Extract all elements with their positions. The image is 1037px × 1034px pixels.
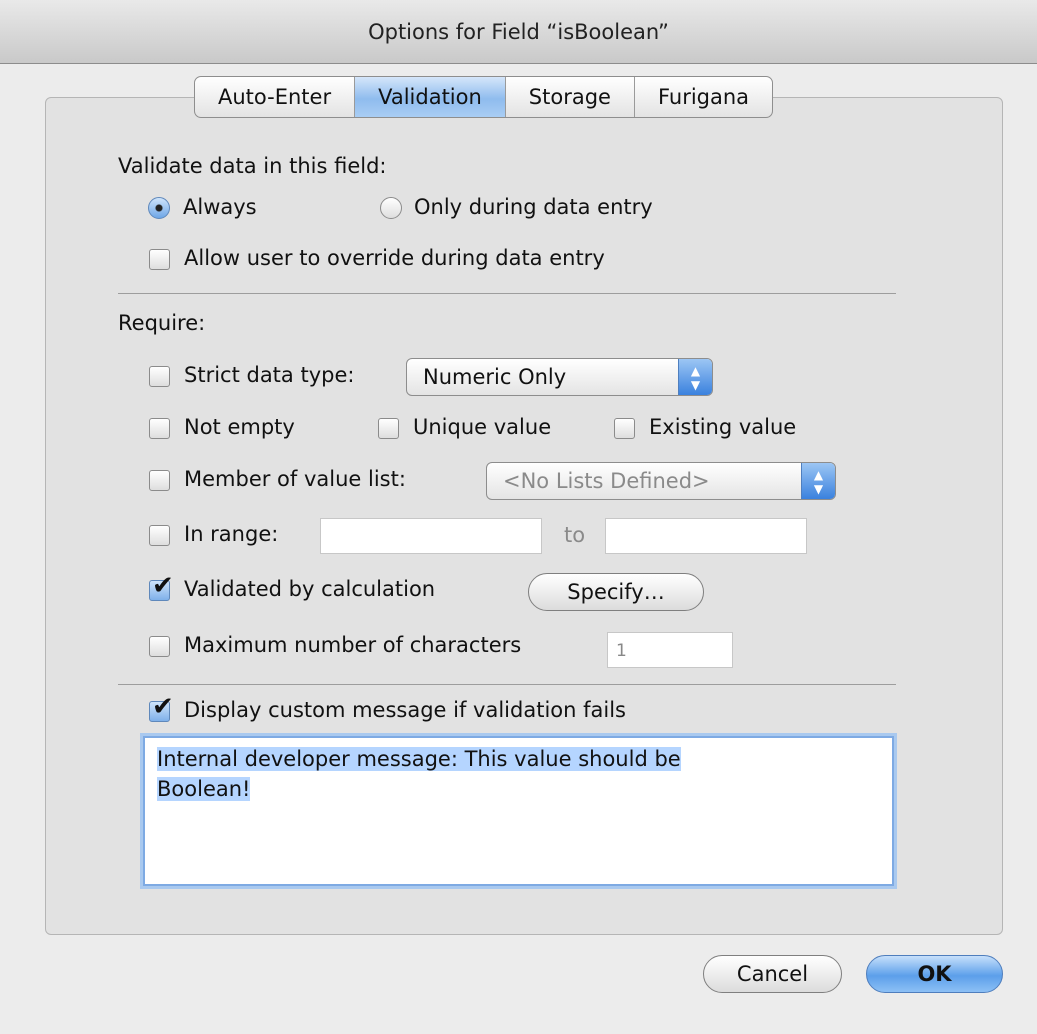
message-line-2: Boolean!: [157, 777, 251, 801]
validate-heading: Validate data in this field:: [118, 154, 387, 178]
existing-value-checkbox[interactable]: [614, 418, 635, 439]
checkmark-icon: ✔: [152, 692, 174, 722]
member-list-checkbox[interactable]: [149, 470, 170, 491]
stepper-up-icon: ▲: [813, 468, 824, 482]
entry-only-radio[interactable]: [380, 197, 402, 219]
always-label[interactable]: Always: [183, 195, 257, 219]
always-radio[interactable]: [148, 197, 170, 219]
stepper-down-icon: ▼: [690, 378, 701, 392]
override-checkbox[interactable]: [149, 249, 170, 270]
popup-stepper-icon: ▲ ▼: [678, 359, 712, 395]
popup-stepper-icon: ▲ ▼: [801, 463, 835, 499]
in-range-checkbox[interactable]: [149, 525, 170, 546]
cancel-button[interactable]: Cancel: [703, 955, 842, 993]
strict-type-popup[interactable]: Numeric Only ▲ ▼: [406, 358, 713, 396]
max-chars-checkbox[interactable]: [149, 636, 170, 657]
window-title-bar: Options for Field “isBoolean”: [0, 0, 1037, 64]
calc-checkbox[interactable]: ✔: [149, 571, 174, 601]
stepper-down-icon: ▼: [813, 482, 824, 496]
member-list-label[interactable]: Member of value list:: [184, 467, 406, 491]
existing-value-label[interactable]: Existing value: [649, 415, 796, 439]
tab-bar: Auto-Enter Validation Storage Furigana: [194, 76, 774, 118]
max-chars-label[interactable]: Maximum number of characters: [184, 633, 521, 657]
strict-type-value: Numeric Only: [423, 365, 567, 389]
checkmark-icon: ✔: [152, 571, 174, 601]
specify-button[interactable]: Specify…: [528, 573, 704, 611]
entry-only-label[interactable]: Only during data entry: [414, 195, 653, 219]
stepper-up-icon: ▲: [690, 364, 701, 378]
section-divider: [118, 293, 896, 294]
unique-value-label[interactable]: Unique value: [413, 415, 551, 439]
window-title: Options for Field “isBoolean”: [368, 20, 669, 44]
not-empty-label[interactable]: Not empty: [184, 415, 295, 439]
custom-message-checkbox[interactable]: ✔: [149, 692, 174, 722]
section-divider: [118, 684, 896, 685]
unique-value-checkbox[interactable]: [378, 418, 399, 439]
tab-storage[interactable]: Storage: [506, 77, 635, 117]
value-list-popup[interactable]: <No Lists Defined> ▲ ▼: [486, 462, 836, 500]
message-line-1: Internal developer message: This value s…: [157, 747, 681, 771]
range-from-input[interactable]: [320, 518, 542, 554]
strict-type-checkbox[interactable]: [149, 366, 170, 387]
custom-message-textarea[interactable]: Internal developer message: This value s…: [143, 736, 894, 886]
ok-button[interactable]: OK: [866, 955, 1003, 993]
tab-auto-enter[interactable]: Auto-Enter: [195, 77, 356, 117]
require-heading: Require:: [118, 311, 206, 335]
value-list-value: <No Lists Defined>: [503, 469, 710, 493]
override-label[interactable]: Allow user to override during data entry: [184, 246, 605, 270]
max-chars-input[interactable]: 1: [607, 632, 733, 668]
calc-label[interactable]: Validated by calculation: [184, 577, 435, 601]
custom-message-label[interactable]: Display custom message if validation fai…: [184, 698, 626, 722]
not-empty-checkbox[interactable]: [149, 418, 170, 439]
strict-type-label[interactable]: Strict data type:: [184, 363, 354, 387]
tab-validation[interactable]: Validation: [355, 77, 506, 117]
in-range-label[interactable]: In range:: [184, 522, 278, 546]
range-to-label: to: [564, 523, 586, 547]
tab-furigana[interactable]: Furigana: [635, 77, 772, 117]
range-to-input[interactable]: [605, 518, 807, 554]
